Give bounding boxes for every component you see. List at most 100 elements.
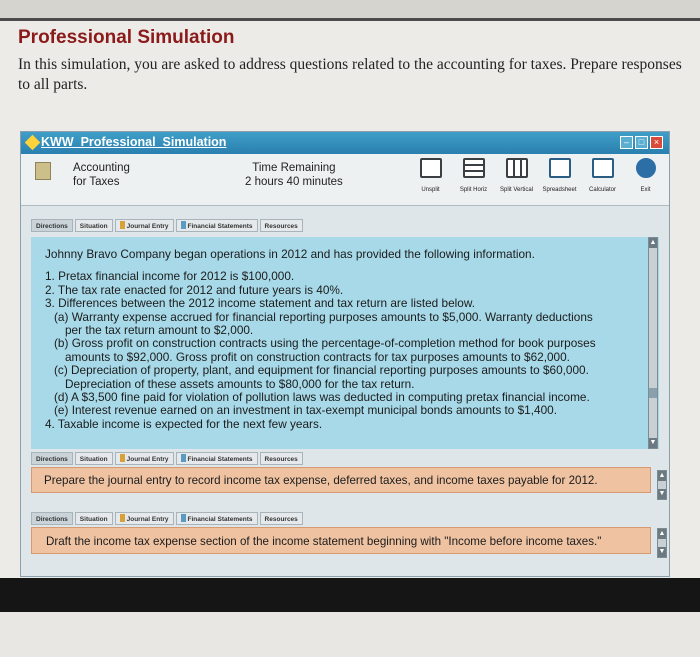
tab-strip-statements: Directions Situation Journal Entry Finan… [31,512,303,525]
tab-resources[interactable]: Resources [259,219,303,232]
tab-directions[interactable]: Directions [31,452,73,465]
tool-label: Unsplit [421,187,440,193]
tool-label: Spreadsheet [542,187,577,193]
tab-financial-statements[interactable]: Financial Statements [175,452,258,465]
journal-icon [119,454,125,462]
situation-item-2: 2. The tax rate enacted for 2012 and fut… [45,282,344,297]
statements-icon [180,221,186,229]
window-title: KWW_Professional_Simulation [41,135,227,149]
tab-situation[interactable]: Situation [74,452,113,465]
spreadsheet-icon [548,158,571,178]
tab-resources[interactable]: Resources [259,512,303,525]
scroll-thumb[interactable] [649,388,657,398]
scroll-down-icon[interactable]: ▼ [658,489,666,499]
split-vertical-button[interactable]: Split Vertical [499,158,534,193]
tool-label: Split Vertical [499,187,533,193]
situation-text: Johnny Bravo Company began operations in… [45,247,635,431]
situation-subitem-e: (e) Interest revenue earned on an invest… [54,403,557,418]
situation-item-3: 3. Differences between the 2012 income s… [45,296,475,311]
time-remaining: Time Remaining 2 hours 40 minutes [245,161,343,189]
situation-subitem-c: (c) Depreciation of property, plant, and… [54,363,589,378]
situation-subitem-a: (a) Warranty expense accrued for financi… [54,309,593,324]
journal-question-panel: Prepare the journal entry to record inco… [31,467,651,493]
page-title: Professional Simulation [18,27,235,48]
situation-intro: Johnny Bravo Company began operations in… [45,247,535,261]
journal-scrollbar[interactable]: ▲ ▼ [657,470,667,500]
page-intro: In this simulation, you are asked to add… [18,56,682,93]
tab-directions[interactable]: Directions [31,512,73,525]
tab-journal-entry[interactable]: Journal Entry [114,512,174,525]
topic-line-1: Accounting [73,162,130,174]
tab-label: Journal Entry [126,223,169,230]
statement-scrollbar[interactable]: ▲ ▼ [657,528,667,558]
tab-label: Financial Statements [187,456,253,463]
split-horizontal-button[interactable]: Split Horiz [456,158,491,193]
journal-question: Prepare the journal entry to record inco… [44,474,598,487]
simulation-logo-icon [24,134,41,151]
time-remaining-value: 2 hours 40 minutes [245,176,343,188]
scroll-up-icon[interactable]: ▲ [658,471,666,481]
tab-journal-entry[interactable]: Journal Entry [114,219,174,232]
split-vertical-icon [505,158,528,178]
scroll-up-icon[interactable]: ▲ [658,529,666,539]
maximize-button[interactable]: □ [635,136,648,149]
tab-label: Financial Statements [187,516,253,523]
situation-subitem-c-cont: Depreciation of these assets amounts to … [65,376,415,391]
tab-label: Journal Entry [126,516,169,523]
topic-label: Accounting for Taxes [73,161,130,189]
situation-subitem-d: (d) A $3,500 fine paid for violation of … [54,390,590,405]
tab-situation[interactable]: Situation [74,219,113,232]
minimize-button[interactable]: – [620,136,633,149]
statements-icon [180,454,186,462]
bottom-strip [0,612,700,657]
journal-icon [119,221,125,229]
situation-item-4: 4. Taxable income is expected for the ne… [45,416,323,431]
top-band [0,0,700,20]
toolbar: Unsplit Split Horiz Split Vertical Sprea… [413,158,663,193]
tab-label: Financial Statements [187,223,253,230]
situation-panel: Johnny Bravo Company began operations in… [31,237,659,449]
accounting-topic-icon [35,162,51,180]
info-bar: Accounting for Taxes Time Remaining 2 ho… [21,154,669,206]
situation-subitem-b-cont: amounts to $92,000. Gross profit on cons… [65,349,570,364]
window-controls: – □ × [620,136,663,149]
unsplit-button[interactable]: Unsplit [413,158,448,193]
scroll-down-icon[interactable]: ▼ [658,547,666,557]
situation-item-1: 1. Pretax financial income for 2012 is $… [45,269,295,284]
calculator-icon [591,158,614,178]
simulation-window: KWW_Professional_Simulation – □ × Accoun… [20,131,670,577]
unsplit-icon [419,158,442,178]
journal-icon [119,514,125,522]
tool-label: Split Horiz [459,187,488,193]
calculator-button[interactable]: Calculator [585,158,620,193]
situation-subitem-a-cont: per the tax return amount to $2,000. [65,323,254,338]
tab-financial-statements[interactable]: Financial Statements [175,512,258,525]
page: Professional Simulation In this simulati… [0,0,700,657]
tab-situation[interactable]: Situation [74,512,113,525]
situation-scrollbar[interactable]: ▲ ▼ [648,237,658,449]
close-button[interactable]: × [650,136,663,149]
tool-label: Exit [640,187,651,193]
split-horizontal-icon [462,158,485,178]
statement-question-panel: Draft the income tax expense section of … [31,527,651,554]
tab-financial-statements[interactable]: Financial Statements [175,219,258,232]
situation-subitem-b: (b) Gross profit on construction contrac… [54,336,596,351]
tab-directions[interactable]: Directions [31,219,73,232]
exit-button[interactable]: Exit [628,158,663,193]
tab-journal-entry[interactable]: Journal Entry [114,452,174,465]
tool-label: Calculator [588,187,616,193]
tab-strip-journal: Directions Situation Journal Entry Finan… [31,452,303,465]
exit-icon [635,158,656,178]
topic-line-2: for Taxes [73,176,120,188]
window-titlebar: KWW_Professional_Simulation – □ × [21,132,669,154]
tab-label: Journal Entry [126,456,169,463]
tab-resources[interactable]: Resources [259,452,303,465]
scroll-up-icon[interactable]: ▲ [649,238,657,248]
spreadsheet-button[interactable]: Spreadsheet [542,158,577,193]
top-divider [0,18,700,21]
time-remaining-label: Time Remaining [252,162,336,174]
scroll-down-icon[interactable]: ▼ [649,438,657,448]
tab-strip-situation: Directions Situation Journal Entry Finan… [31,219,303,232]
statements-icon [180,514,186,522]
statement-question: Draft the income tax expense section of … [46,535,602,548]
